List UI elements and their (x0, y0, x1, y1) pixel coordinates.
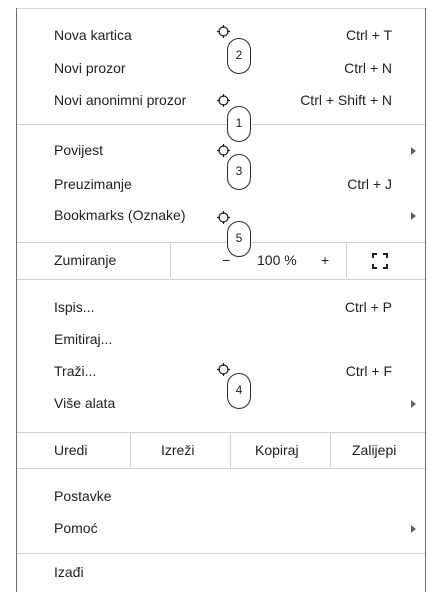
menu-item-shortcut: Ctrl + Shift + N (300, 92, 392, 108)
menu-item-settings[interactable]: Postavke (17, 483, 425, 510)
menu-item-exit[interactable]: Izađi (17, 559, 425, 586)
submenu-arrow-icon (411, 212, 416, 220)
submenu-arrow-icon (411, 525, 416, 533)
edit-divider (130, 433, 131, 467)
menu-item-label: Ispis... (54, 299, 95, 315)
menu-item-more-tools[interactable]: Više alata (17, 390, 425, 417)
menu-separator (17, 124, 425, 125)
menu-separator (17, 279, 425, 280)
menu-item-label: Novi prozor (54, 60, 126, 76)
menu-item-label: Povijest (54, 142, 104, 158)
menu-item-label: Izađi (54, 564, 84, 580)
menu-item-label: Više alata (54, 395, 116, 411)
zoom-label: Zumiranje (54, 252, 117, 268)
annotation-marker: 1 (227, 106, 251, 142)
annotation-marker: 3 (227, 154, 251, 190)
menu-item-shortcut: Ctrl + P (344, 299, 392, 315)
edit-label: Uredi (54, 442, 88, 458)
menu-item-label: Emitiraj... (54, 331, 113, 347)
crosshair-cursor-icon (217, 25, 230, 38)
zoom-divider (346, 243, 347, 278)
edit-divider (330, 433, 331, 467)
menu-item-cast[interactable]: Emitiraj... (17, 326, 425, 353)
menu-item-shortcut: Ctrl + J (347, 176, 392, 192)
menu-item-shortcut: Ctrl + T (345, 27, 392, 43)
menu-item-label: Novi anonimni prozor (54, 92, 187, 108)
menu-item-label: Postavke (54, 488, 112, 504)
menu-item-label: Pomoć (54, 520, 98, 536)
menu-item-print[interactable]: Ispis... Ctrl + P (17, 294, 425, 321)
cut-button[interactable]: Izreži (161, 433, 194, 467)
crosshair-cursor-icon (217, 94, 230, 107)
menu-top-border (17, 8, 425, 9)
edit-row: Uredi Izreži Kopiraj Zalijepi (17, 433, 425, 467)
copy-button[interactable]: Kopiraj (255, 433, 299, 467)
menu-item-label: Preuzimanje (54, 176, 132, 192)
menu-item-help[interactable]: Pomoć (17, 515, 425, 542)
submenu-arrow-icon (411, 147, 416, 155)
annotation-marker: 2 (227, 38, 251, 74)
crosshair-cursor-icon (217, 211, 230, 224)
menu-item-label: Bookmarks (Oznake) (54, 207, 186, 223)
fullscreen-icon[interactable] (372, 253, 388, 269)
menu-item-shortcut: Ctrl + F (345, 363, 392, 379)
menu-separator (17, 468, 425, 469)
menu-item-shortcut: Ctrl + N (344, 60, 392, 76)
menu-item-label: Traži... (54, 363, 97, 379)
zoom-value: 100 % (257, 252, 297, 268)
zoom-in-button[interactable]: + (321, 243, 329, 278)
menu-item-downloads[interactable]: Preuzimanje Ctrl + J (17, 171, 425, 198)
annotation-marker: 5 (227, 221, 251, 257)
zoom-row: Zumiranje − 100 % + (17, 243, 425, 278)
zoom-divider (170, 243, 171, 278)
menu-item-new-window[interactable]: Novi prozor Ctrl + N (17, 55, 425, 82)
submenu-arrow-icon (411, 400, 416, 408)
edit-divider (230, 433, 231, 467)
menu-separator (17, 553, 425, 554)
crosshair-cursor-icon (217, 144, 230, 157)
paste-button[interactable]: Zalijepi (352, 433, 396, 467)
crosshair-cursor-icon (217, 363, 230, 376)
annotation-marker: 4 (227, 373, 251, 409)
menu-item-label: Nova kartica (54, 27, 132, 43)
